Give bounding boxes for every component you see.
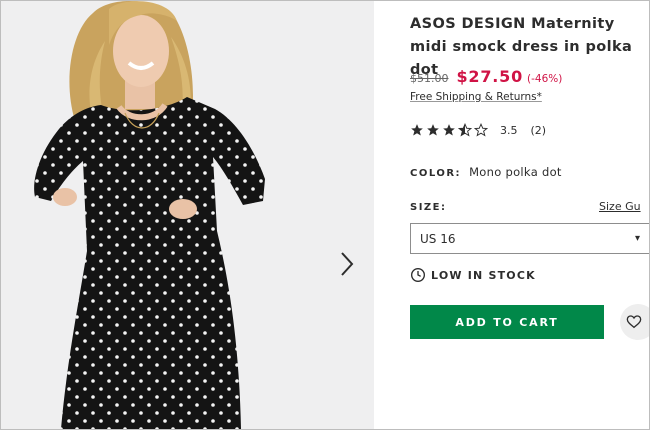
color-row: COLOR: Mono polka dot: [410, 165, 562, 179]
save-for-later-button[interactable]: [620, 304, 649, 340]
product-info-panel: ASOS DESIGN Maternity midi smock dress i…: [374, 1, 649, 429]
add-to-cart-button[interactable]: ADD TO CART: [410, 305, 604, 339]
rating-stars: [410, 123, 490, 137]
color-label: COLOR:: [410, 168, 462, 179]
product-image-gallery[interactable]: [1, 1, 374, 429]
heart-icon: [626, 315, 642, 329]
product-photo: [34, 1, 265, 429]
clock-icon: [411, 268, 425, 282]
size-label: SIZE:: [410, 202, 447, 213]
discount-percent: (-46%): [527, 73, 563, 85]
chevron-down-icon: ▾: [635, 233, 641, 244]
size-select[interactable]: US 16 ▾: [410, 223, 649, 254]
current-price: $27.50: [456, 67, 524, 86]
stock-text: LOW IN STOCK: [431, 268, 536, 282]
rating-value: 3.5: [500, 123, 518, 137]
rating-count: (2): [530, 123, 547, 137]
shipping-link[interactable]: Free Shipping & Returns*: [410, 91, 542, 103]
size-selected-value: US 16: [420, 231, 456, 246]
product-rating[interactable]: 3.5 (2): [410, 123, 546, 137]
star-full-icon: [443, 124, 455, 136]
star-half-icon: [458, 123, 472, 137]
color-value: Mono polka dot: [469, 165, 562, 179]
price-row: $51.00 $27.50 (-46%): [410, 67, 562, 86]
stock-status: LOW IN STOCK: [410, 267, 536, 283]
chevron-right-icon: [341, 252, 354, 276]
size-guide-link[interactable]: Size Gu: [599, 200, 641, 213]
star-full-icon: [427, 124, 439, 136]
was-price: $51.00: [410, 72, 449, 85]
next-image-button[interactable]: [339, 251, 365, 287]
star-empty-icon: [474, 123, 488, 137]
star-full-icon: [411, 124, 423, 136]
